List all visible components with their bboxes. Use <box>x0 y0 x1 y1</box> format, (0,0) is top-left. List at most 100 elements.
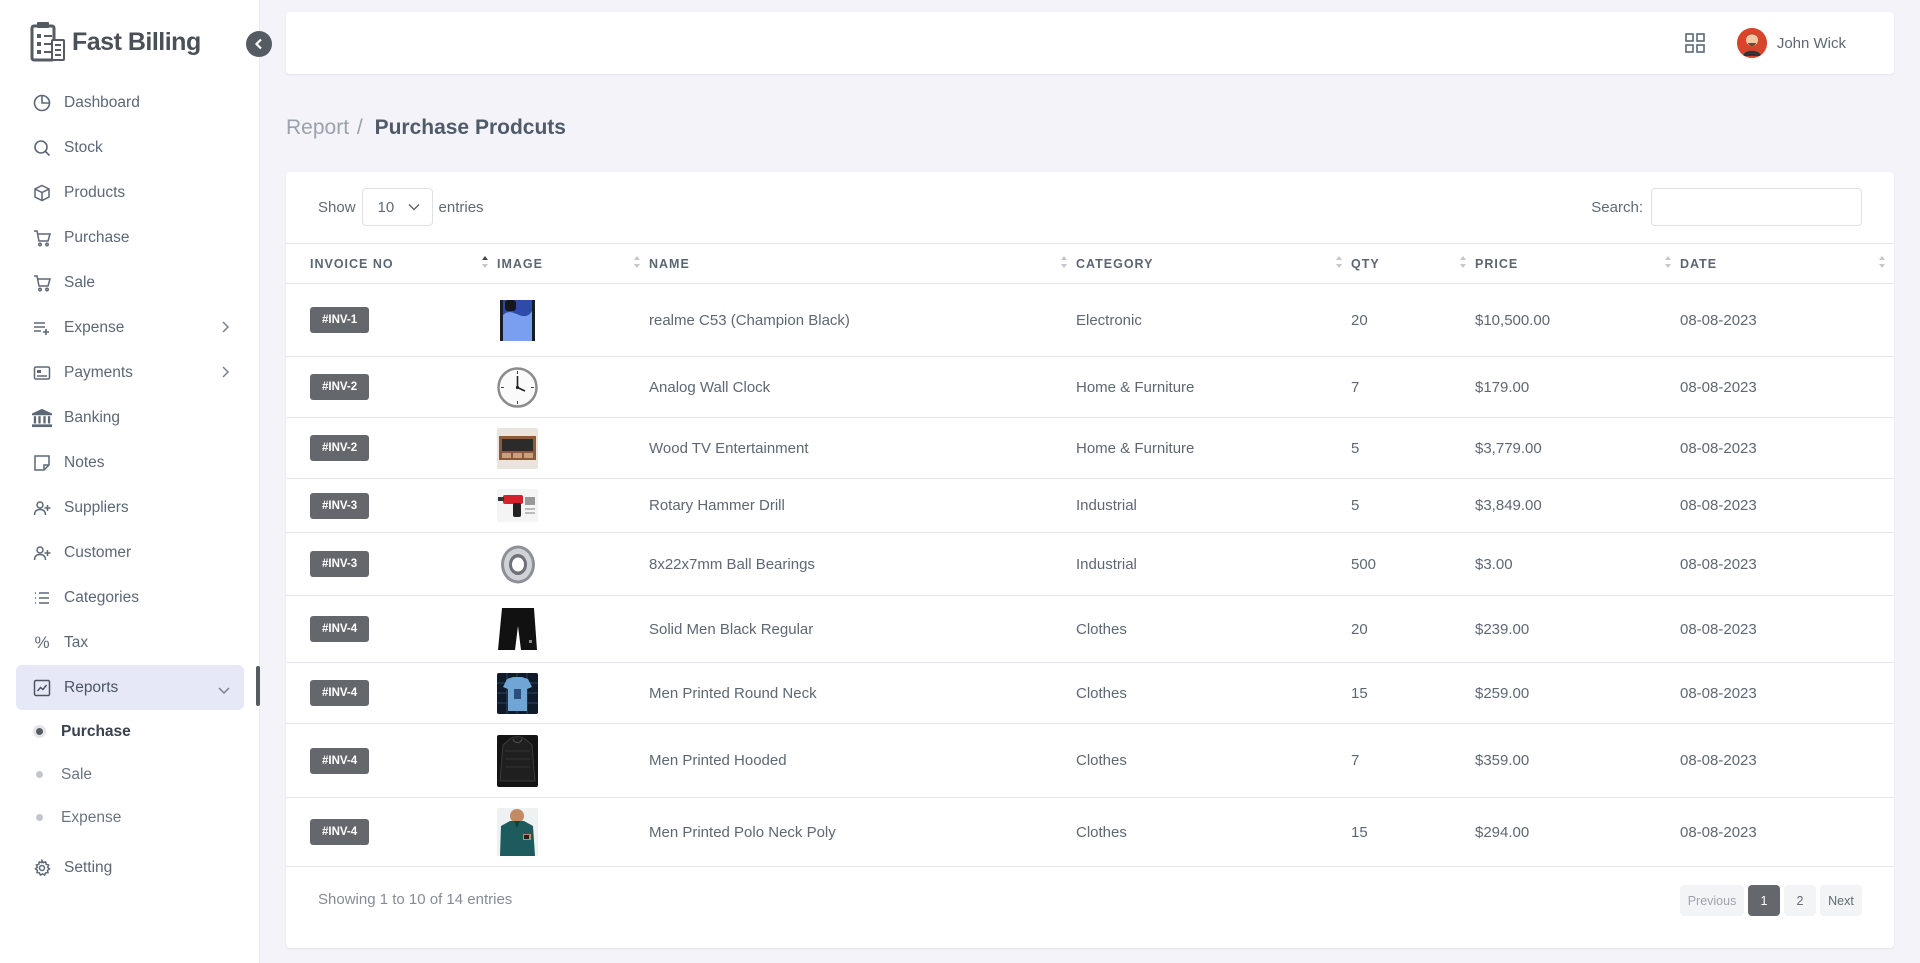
purchase-date: 08-08-2023 <box>1680 532 1894 596</box>
sidebar-subitem-sale[interactable]: Sale <box>16 753 244 796</box>
cart-icon <box>32 273 52 293</box>
purchase-products-table: INVOICE NO IMAGE NAME CATEGORY QTY PRICE… <box>286 243 1894 867</box>
column-header-invoice[interactable]: INVOICE NO <box>286 244 497 284</box>
sidebar-item-label: Expense <box>64 318 125 336</box>
purchase-date: 08-08-2023 <box>1680 595 1894 663</box>
column-header-name[interactable]: NAME <box>649 244 1076 284</box>
sidebar-collapse-button[interactable] <box>246 31 272 57</box>
sidebar-item-label: Reports <box>64 678 119 696</box>
chevron-left-icon <box>254 38 262 50</box>
sidebar-item-label: Tax <box>64 633 89 651</box>
product-category: Clothes <box>1076 662 1351 724</box>
invoice-badge[interactable]: #INV-2 <box>310 435 370 461</box>
sort-icon <box>633 255 641 272</box>
box-icon <box>32 183 52 203</box>
previous-page-button[interactable]: Previous <box>1680 885 1744 916</box>
purchase-date: 08-08-2023 <box>1680 723 1894 798</box>
entries-label: entries <box>438 198 484 216</box>
product-image-drill <box>497 489 538 522</box>
sidebar-item-reports[interactable]: Reports <box>16 665 244 710</box>
invoice-badge[interactable]: #INV-4 <box>310 819 370 845</box>
product-image-tv-unit <box>497 427 538 469</box>
product-category: Clothes <box>1076 723 1351 798</box>
product-qty: 20 <box>1351 283 1475 357</box>
product-category: Clothes <box>1076 797 1351 867</box>
sidebar-item-customer[interactable]: Customer <box>16 530 244 575</box>
invoice-badge[interactable]: #INV-4 <box>310 680 370 706</box>
report-card: Show 10 entries Search: INVOICE NO IMAGE <box>286 172 1894 948</box>
breadcrumb: Report / Purchase Prodcuts <box>286 116 566 140</box>
table-row: #INV-2 Wood TV Entertainment Home & Furn… <box>286 417 1894 479</box>
search-control: Search: <box>1591 188 1862 226</box>
invoice-badge[interactable]: #INV-4 <box>310 616 370 642</box>
product-name: Solid Men Black Regular <box>649 595 1076 663</box>
product-qty: 20 <box>1351 595 1475 663</box>
product-qty: 15 <box>1351 797 1475 867</box>
entries-select[interactable]: 10 <box>361 188 433 226</box>
sidebar-item-tax[interactable]: % Tax <box>16 620 244 665</box>
invoice-badge[interactable]: #INV-3 <box>310 492 370 519</box>
sidebar-item-label: Setting <box>64 858 113 876</box>
search-icon <box>32 138 52 158</box>
purchase-date: 08-08-2023 <box>1680 797 1894 867</box>
sidebar-item-suppliers[interactable]: Suppliers <box>16 485 244 530</box>
product-price: $359.00 <box>1475 723 1680 798</box>
table-info: Showing 1 to 10 of 14 entries <box>318 891 513 908</box>
product-name: 8x22x7mm Ball Bearings <box>649 532 1076 596</box>
table-row: #INV-3 8x22x7mm Ball Bearings Industrial… <box>286 532 1894 596</box>
product-category: Clothes <box>1076 595 1351 663</box>
chevron-right-icon <box>220 320 230 338</box>
sidebar-item-label: Purchase <box>64 228 130 246</box>
sidebar-item-payments[interactable]: Payments <box>16 350 244 395</box>
sidebar-item-banking[interactable]: Banking <box>16 395 244 440</box>
table-row: #INV-4 Men Printed Hooded Clothes 7 $359… <box>286 723 1894 798</box>
sidebar-item-notes[interactable]: Notes <box>16 440 244 485</box>
product-price: $239.00 <box>1475 595 1680 663</box>
sidebar-item-label: Customer <box>64 543 132 561</box>
column-header-category[interactable]: CATEGORY <box>1076 244 1351 284</box>
sidebar-subitem-expense[interactable]: Expense <box>16 796 244 839</box>
product-qty: 15 <box>1351 662 1475 724</box>
breadcrumb-parent[interactable]: Report <box>286 116 349 139</box>
product-qty: 500 <box>1351 532 1475 596</box>
column-header-date[interactable]: DATE <box>1680 244 1894 284</box>
sidebar-subitem-label: Expense <box>61 808 122 826</box>
sidebar-item-dashboard[interactable]: Dashboard <box>16 80 244 125</box>
sidebar-item-purchase[interactable]: Purchase <box>16 215 244 260</box>
sidebar-item-setting[interactable]: Setting <box>16 845 244 890</box>
list-icon <box>32 588 52 608</box>
entries-control: Show 10 entries <box>318 188 484 226</box>
sidebar-item-categories[interactable]: Categories <box>16 575 244 620</box>
bullet-icon <box>36 814 43 821</box>
column-header-image[interactable]: IMAGE <box>497 244 649 284</box>
cart-icon <box>32 228 52 248</box>
invoice-badge[interactable]: #INV-4 <box>310 747 370 774</box>
invoice-badge[interactable]: #INV-2 <box>310 374 370 400</box>
next-page-button[interactable]: Next <box>1820 885 1862 916</box>
page-button-2[interactable]: 2 <box>1784 885 1816 916</box>
column-header-price[interactable]: PRICE <box>1475 244 1680 284</box>
sidebar-subitem-purchase[interactable]: Purchase <box>16 710 244 753</box>
apps-grid-icon[interactable] <box>1685 33 1705 58</box>
sidebar-item-expense[interactable]: Expense <box>16 305 244 350</box>
user-menu[interactable]: John Wick <box>1736 28 1846 58</box>
page-button-1[interactable]: 1 <box>1748 885 1780 916</box>
app-logo[interactable]: Fast Billing <box>30 22 201 62</box>
sidebar-item-sale[interactable]: Sale <box>16 260 244 305</box>
percent-icon: % <box>34 632 50 652</box>
product-name: Analog Wall Clock <box>649 356 1076 418</box>
search-input[interactable] <box>1651 188 1862 226</box>
dashboard-icon <box>32 93 52 113</box>
product-image-bearing <box>497 544 538 585</box>
sidebar-item-label: Dashboard <box>64 93 140 111</box>
table-row: #INV-1 realme C53 (Champion Black) Elect… <box>286 283 1894 357</box>
invoice-badge[interactable]: #INV-1 <box>310 307 370 333</box>
sidebar-item-stock[interactable]: Stock <box>16 125 244 170</box>
invoice-badge[interactable]: #INV-3 <box>310 551 370 577</box>
sidebar-item-products[interactable]: Products <box>16 170 244 215</box>
product-image-clock <box>497 366 538 408</box>
column-header-qty[interactable]: QTY <box>1351 244 1475 284</box>
table-row: #INV-4 Solid Men Black Regular Clothes 2… <box>286 595 1894 663</box>
product-image-phone <box>497 299 538 341</box>
purchase-date: 08-08-2023 <box>1680 356 1894 418</box>
